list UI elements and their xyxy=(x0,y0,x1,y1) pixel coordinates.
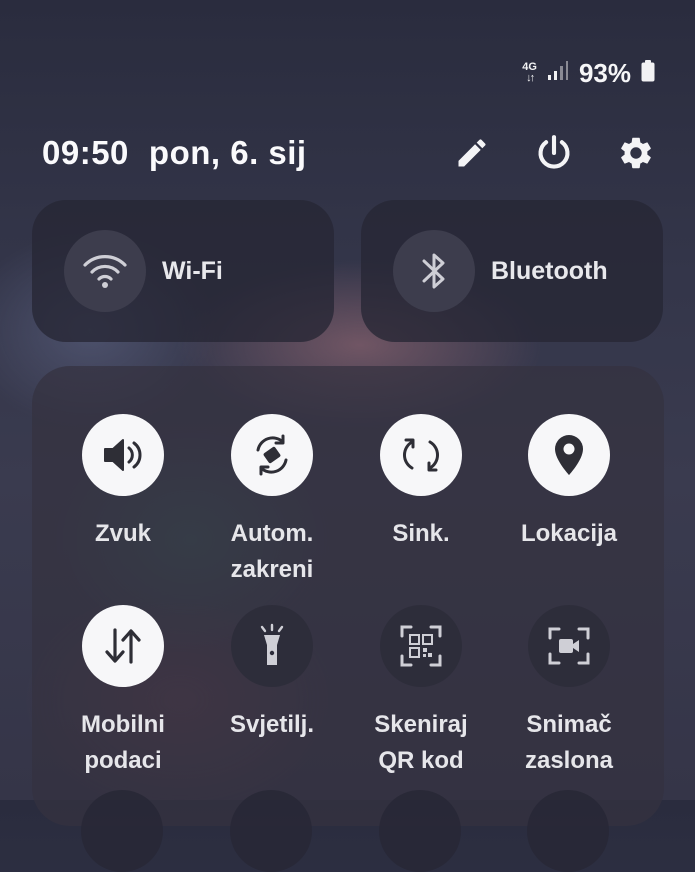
qs-toggle-partial-2[interactable] xyxy=(230,790,312,872)
data-activity-icon: ↓↑ xyxy=(526,72,535,84)
bluetooth-toggle[interactable] xyxy=(393,230,475,312)
wifi-label: Wi-Fi xyxy=(162,256,223,285)
location-icon xyxy=(555,435,583,475)
qs-label-sync: Sink. xyxy=(392,520,450,547)
qs-tile-flashlight[interactable]: Svjetilj. xyxy=(197,605,347,743)
qs-label-auto-rotate: Autom. zakreni xyxy=(230,520,314,583)
clock[interactable]: 09:50 xyxy=(42,134,129,172)
qs-toggle-partial-3[interactable] xyxy=(379,790,461,872)
sync-icon xyxy=(402,438,440,472)
bluetooth-icon xyxy=(422,253,445,289)
auto-rotate-icon xyxy=(256,434,288,476)
qs-label-qr-scan: Skeniraj QR kod xyxy=(374,711,468,774)
wifi-icon xyxy=(83,255,127,288)
qs-toggle-qr-scan[interactable] xyxy=(380,605,462,687)
qs-label-flashlight: Svjetilj. xyxy=(229,711,315,738)
wifi-tile[interactable]: Wi-Fi xyxy=(32,200,334,342)
network-type-indicator: 4G ↓↑ xyxy=(522,62,537,84)
status-bar: 4G ↓↑ 93% xyxy=(522,58,655,88)
qs-toggle-sound[interactable] xyxy=(82,414,164,496)
mobile-data-icon xyxy=(105,628,141,664)
sound-icon xyxy=(104,439,142,471)
edit-button[interactable] xyxy=(453,134,491,172)
battery-percent: 93% xyxy=(578,57,631,88)
qs-tile-location[interactable]: Lokacija xyxy=(494,414,644,552)
qs-tile-qr-scan[interactable]: Skeniraj QR kod xyxy=(346,605,496,779)
qs-toggle-sync[interactable] xyxy=(380,414,462,496)
qs-toggle-partial-1[interactable] xyxy=(81,790,163,872)
panel-header: 09:50 pon, 6. sij xyxy=(42,128,655,178)
quick-settings-panel: Zvuk Autom. zakreni Sink. Lokacija Mobil… xyxy=(32,366,664,826)
power-button[interactable] xyxy=(535,134,573,172)
qs-toggle-location[interactable] xyxy=(528,414,610,496)
qs-toggle-flashlight[interactable] xyxy=(231,605,313,687)
qs-label-mobile-data: Mobilni podaci xyxy=(81,711,165,774)
battery-icon xyxy=(641,59,655,87)
signal-strength-icon xyxy=(547,60,569,86)
qs-label-location: Lokacija xyxy=(520,520,618,547)
header-actions xyxy=(453,134,655,172)
qs-tile-auto-rotate[interactable]: Autom. zakreni xyxy=(197,414,347,588)
qs-toggle-partial-4[interactable] xyxy=(527,790,609,872)
power-icon xyxy=(538,135,570,169)
bluetooth-label: Bluetooth xyxy=(491,256,608,285)
qs-toggle-screen-recorder[interactable] xyxy=(528,605,610,687)
date-time: 09:50 pon, 6. sij xyxy=(42,134,307,172)
qs-toggle-auto-rotate[interactable] xyxy=(231,414,313,496)
date[interactable]: pon, 6. sij xyxy=(149,134,307,172)
wifi-toggle[interactable] xyxy=(64,230,146,312)
flashlight-icon xyxy=(260,623,284,665)
pencil-icon xyxy=(458,139,486,167)
qs-tile-screen-recorder[interactable]: Snimač zaslona xyxy=(494,605,644,779)
screen-recorder-icon xyxy=(548,627,590,665)
qs-label-sound: Zvuk xyxy=(94,520,151,547)
qs-tile-sound[interactable]: Zvuk xyxy=(48,414,198,552)
settings-button[interactable] xyxy=(617,134,655,172)
qs-tile-sync[interactable]: Sink. xyxy=(346,414,496,552)
qs-toggle-mobile-data[interactable] xyxy=(82,605,164,687)
qs-label-screen-recorder: Snimač zaslona xyxy=(524,711,614,774)
bluetooth-tile[interactable]: Bluetooth xyxy=(361,200,663,342)
qr-scan-icon xyxy=(400,625,442,667)
gear-icon xyxy=(621,137,651,169)
qs-tile-mobile-data[interactable]: Mobilni podaci xyxy=(48,605,198,779)
